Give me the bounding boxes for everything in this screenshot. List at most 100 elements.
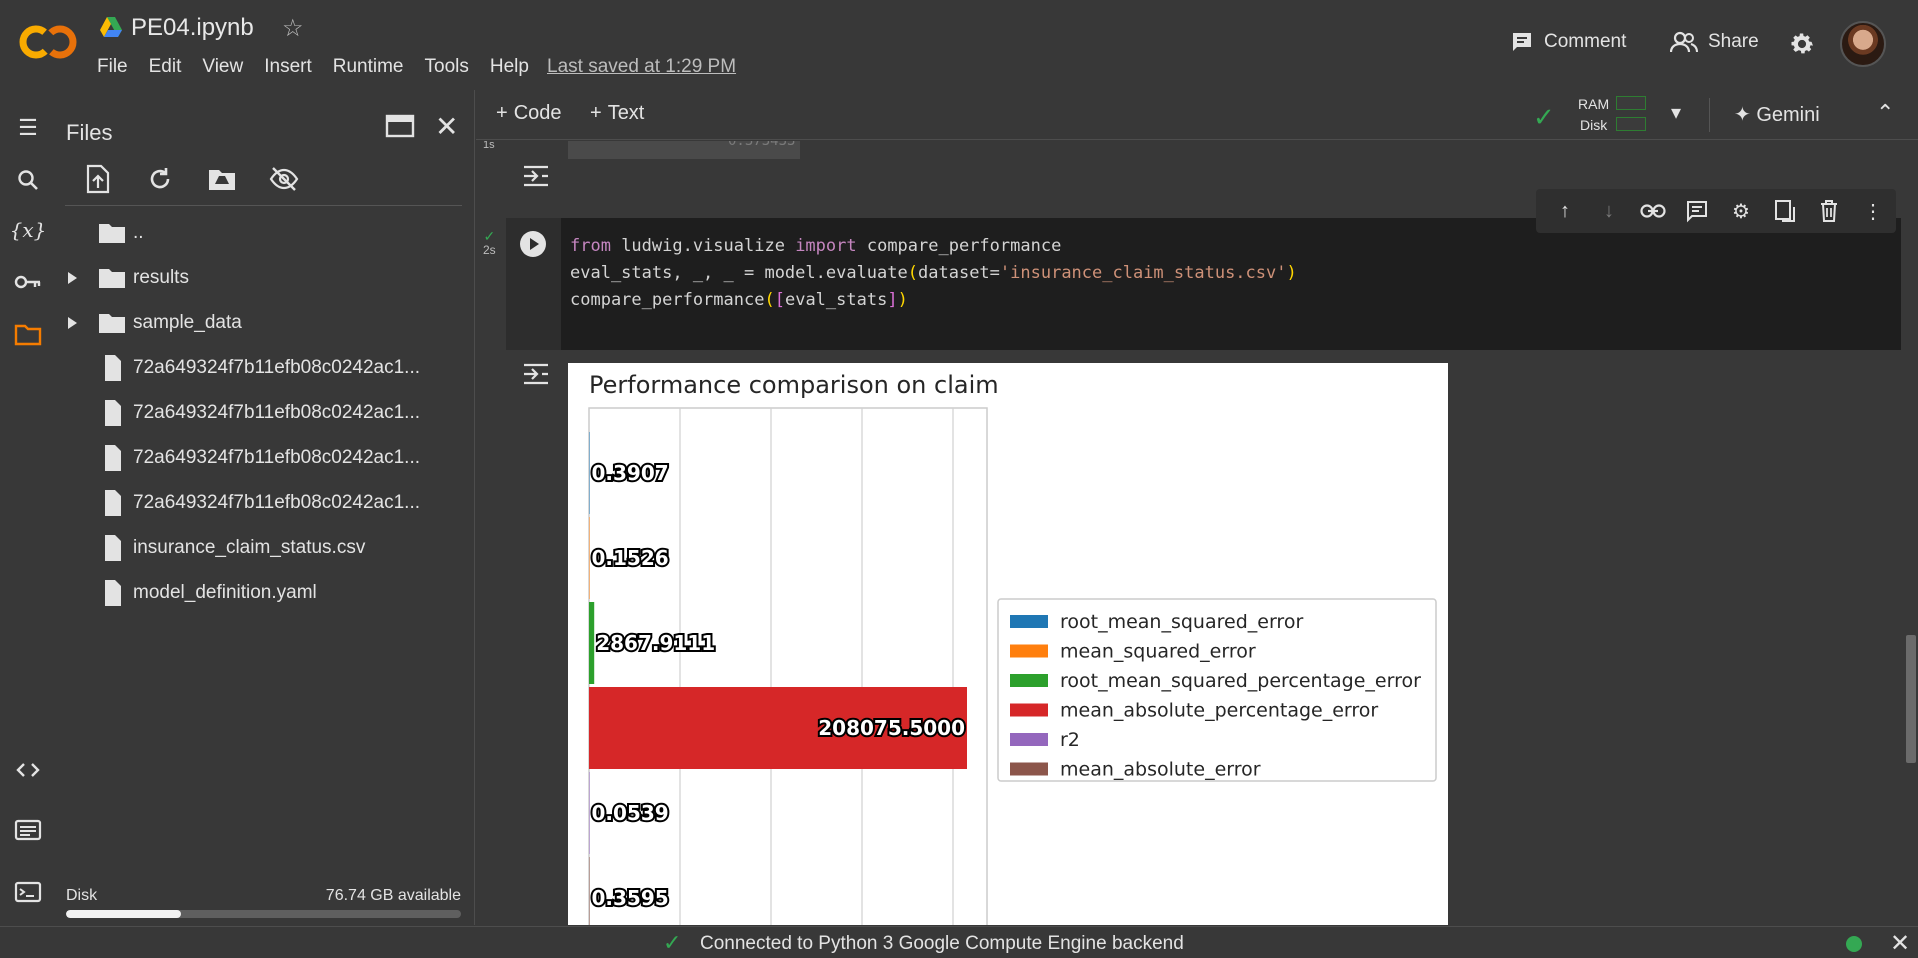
vertical-scrollbar[interactable]: [1904, 141, 1918, 925]
command-palette-icon[interactable]: [12, 814, 44, 846]
performance-chart: Performance comparison on claim 0.3907 0.1…: [588, 371, 1437, 925]
terminal-icon[interactable]: [12, 876, 44, 908]
delete-icon[interactable]: [1814, 196, 1844, 226]
cell-status: ✓ 2s: [483, 229, 496, 257]
variables-icon[interactable]: {x}: [10, 214, 47, 246]
legend-label-mean_absolute_error: mean_absolute_error: [1060, 759, 1261, 781]
output-toggle-icon[interactable]: [520, 359, 552, 389]
plus-icon: +: [590, 102, 602, 124]
user-avatar[interactable]: [1840, 21, 1886, 67]
menu-insert[interactable]: Insert: [264, 56, 312, 78]
tree-item-label: ..: [133, 222, 144, 243]
gemini-button[interactable]: ✦ Gemini: [1734, 102, 1820, 127]
search-icon[interactable]: [12, 164, 44, 196]
code-token: (: [764, 290, 775, 310]
more-vert-icon[interactable]: ⋮: [1858, 196, 1888, 226]
menu-view[interactable]: View: [202, 56, 243, 78]
close-icon[interactable]: ✕: [1890, 929, 1910, 958]
chevron-up-icon[interactable]: ⌃: [1876, 100, 1894, 126]
mirror-cell-icon[interactable]: [1770, 196, 1800, 226]
menu-runtime[interactable]: Runtime: [333, 56, 404, 78]
output-toggle-icon[interactable]: [520, 161, 552, 191]
code-snippets-icon[interactable]: [12, 754, 44, 786]
tree-item-label: 72a649324f7b11efb08c0242ac1...: [133, 357, 421, 378]
legend-label-root_mean_squared_percentage_error: root_mean_squared_percentage_error: [1060, 670, 1421, 692]
scrollbar-thumb[interactable]: [1906, 635, 1916, 763]
data-label-r2: 0.0539: [592, 801, 669, 825]
legend-swatch-r2: [1010, 733, 1048, 746]
run-cell-button[interactable]: [520, 231, 546, 257]
move-down-icon[interactable]: ↓: [1594, 196, 1624, 226]
chart-figure: Performance comparison on claim 0.3907 0.1…: [568, 363, 1448, 925]
tree-item-parent[interactable]: ..: [55, 215, 455, 251]
mount-drive-icon[interactable]: [206, 163, 238, 195]
code-token: compare_performance: [856, 236, 1062, 256]
code-editor[interactable]: from ludwig.visualize import compare_per…: [570, 233, 1297, 314]
chevron-down-icon[interactable]: ▾: [1671, 100, 1681, 125]
code-token: ludwig.visualize: [610, 236, 796, 256]
legend-label-mean_absolute_percentage_error: mean_absolute_percentage_error: [1060, 700, 1378, 722]
legend-swatch-mean_squared_error: [1010, 644, 1048, 658]
expand-arrow-icon[interactable]: [65, 271, 79, 285]
files-panel-title: Files: [66, 120, 113, 145]
tree-item-label: 72a649324f7b11efb08c0242ac1...: [133, 447, 421, 468]
hide-files-icon[interactable]: [268, 163, 300, 195]
settings-gear-icon[interactable]: [1788, 30, 1816, 58]
code-token: dataset=: [918, 263, 1000, 283]
share-label: Share: [1708, 31, 1759, 52]
upload-file-icon[interactable]: [82, 163, 114, 195]
disk-usage-fill: [66, 910, 181, 918]
file-icon: [105, 580, 121, 606]
ram-usage-bar[interactable]: [1616, 96, 1646, 110]
check-icon: ✓: [663, 930, 682, 955]
gear-icon[interactable]: ⚙: [1726, 196, 1756, 226]
close-icon[interactable]: ✕: [435, 110, 458, 143]
share-button[interactable]: Share: [1670, 30, 1759, 54]
bar-mean_absolute_error: [589, 857, 590, 925]
menu-edit[interactable]: Edit: [149, 56, 182, 78]
notebook-title[interactable]: PE04.ipynb: [131, 14, 254, 42]
comment-button[interactable]: Comment: [1510, 30, 1626, 54]
add-text-cell-button[interactable]: + Text: [590, 102, 644, 125]
code-token: ]: [887, 290, 898, 310]
menu-file[interactable]: File: [97, 56, 128, 78]
move-up-icon[interactable]: ↑: [1550, 196, 1580, 226]
connected-check-icon[interactable]: ✓: [1533, 102, 1555, 133]
folder-icon[interactable]: [12, 318, 44, 350]
colab-logo[interactable]: [18, 22, 78, 62]
sparkle-icon: ✦: [1734, 104, 1751, 126]
tree-item-folder[interactable]: results: [55, 260, 455, 296]
code-token: compare_performance: [570, 290, 765, 310]
data-label-root_mean_squared_percentage_error: 2867.9111: [596, 631, 715, 655]
files-toolbar: [82, 163, 300, 195]
menu-tools[interactable]: Tools: [425, 56, 469, 78]
code-token: eval_stats: [784, 290, 888, 310]
code-line: compare_performance([eval_stats]): [570, 287, 1297, 314]
add-code-cell-button[interactable]: + Code: [496, 102, 562, 125]
bar-root_mean_squared_percentage_error: [589, 602, 595, 684]
link-icon[interactable]: [1638, 196, 1668, 226]
tree-item-file[interactable]: 72a649324f7b11efb08c0242ac1...: [55, 350, 455, 386]
code-token: 'insurance_claim_status.csv': [999, 263, 1287, 283]
left-icon-rail: ☰ {x}: [0, 90, 55, 925]
refresh-icon[interactable]: [144, 163, 176, 195]
star-icon[interactable]: ☆: [282, 14, 304, 43]
menu-help[interactable]: Help: [490, 56, 529, 78]
code-token: ): [1286, 263, 1297, 283]
tree-item-file[interactable]: 72a649324f7b11efb08c0242ac1...: [55, 440, 455, 476]
open-in-window-icon[interactable]: [385, 113, 415, 139]
expand-arrow-icon[interactable]: [65, 316, 79, 330]
comment-icon[interactable]: [1682, 196, 1712, 226]
last-saved-link[interactable]: Last saved at 1:29 PM: [547, 56, 736, 78]
key-icon[interactable]: [12, 266, 44, 298]
tree-item-folder[interactable]: sample_data: [55, 305, 455, 341]
disk-usage-mini-bar[interactable]: [1616, 117, 1646, 131]
legend-label-root_mean_squared_error: root_mean_squared_error: [1060, 611, 1303, 633]
bar-root_mean_squared_error: [589, 432, 590, 514]
code-cell[interactable]: from ludwig.visualize import compare_per…: [506, 218, 1901, 350]
tree-item-file[interactable]: 72a649324f7b11efb08c0242ac1...: [55, 395, 455, 431]
tree-item-file[interactable]: 72a649324f7b11efb08c0242ac1...: [55, 485, 455, 521]
table-of-contents-icon[interactable]: ☰: [12, 112, 44, 144]
tree-item-file[interactable]: insurance_claim_status.csv: [55, 530, 455, 566]
tree-item-file[interactable]: model_definition.yaml: [55, 575, 455, 611]
